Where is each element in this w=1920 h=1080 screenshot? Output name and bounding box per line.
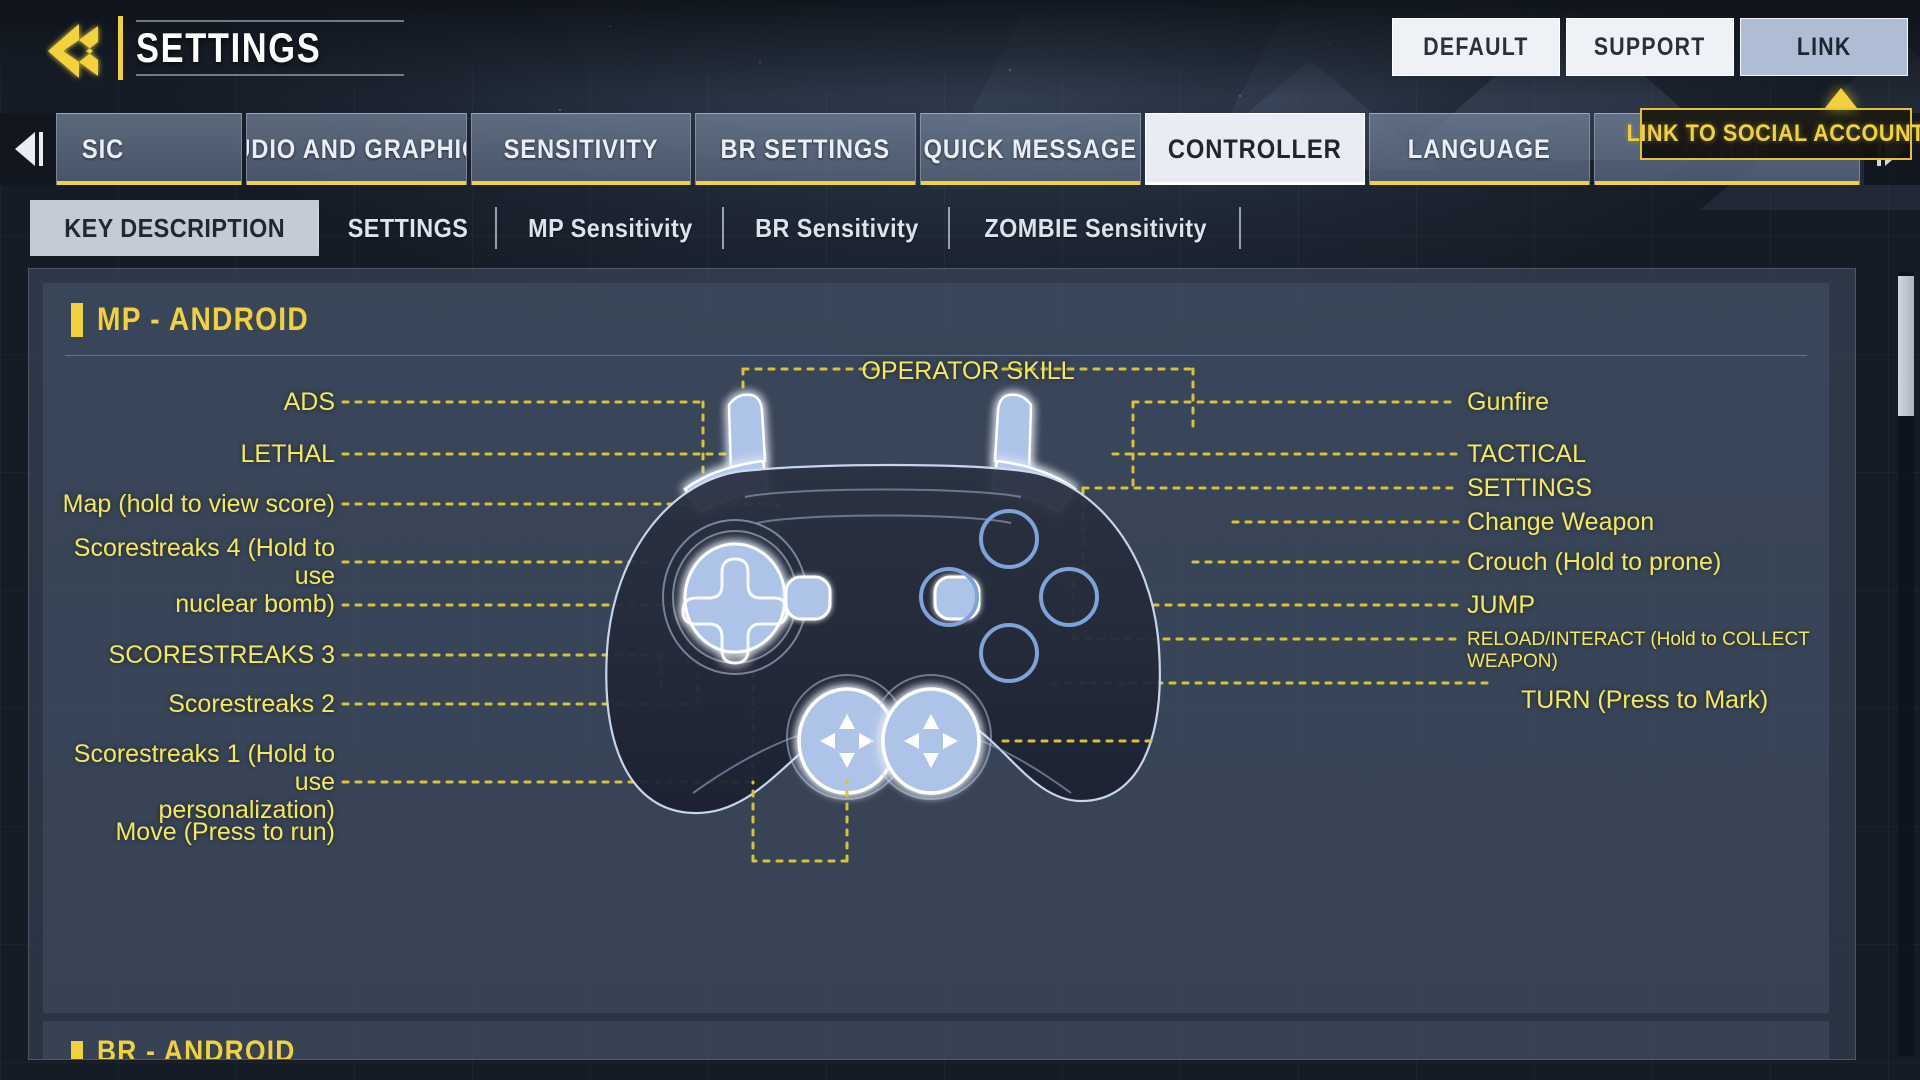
header-bar: SETTINGS DEFAULT SUPPORT LINK [0,0,1920,100]
label-scorestreaks-3: SCORESTREAKS 3 [43,641,335,669]
page-title-container: SETTINGS [118,16,362,80]
default-button-label: DEFAULT [1423,33,1528,62]
subtab-br-sensitivity-label: BR Sensitivity [755,213,919,244]
label-jump: JUMP [1467,591,1837,619]
tab-controller-label: CONTROLLER [1168,134,1342,165]
label-scorestreaks-4: Scorestreaks 4 (Hold to use nuclear bomb… [43,534,335,618]
link-button[interactable]: LINK [1740,18,1908,76]
tab-controller[interactable]: CONTROLLER [1145,113,1366,185]
section-mp-android: MP - ANDROID [43,283,1829,1013]
label-lethal: LETHAL [43,440,335,468]
label-turn: TURN (Press to Mark) [1521,686,1856,714]
link-button-label: LINK [1797,33,1852,62]
label-move: Move (Press to run) [43,818,335,846]
subtab-settings-label: SETTINGS [348,213,469,244]
tab-basic[interactable]: SIC [56,113,242,185]
content-panel: MP - ANDROID [28,268,1856,1060]
subtab-br-sensitivity[interactable]: BR Sensitivity [724,200,950,256]
back-arrow-icon[interactable] [46,20,116,82]
section-title: MP - ANDROID [97,301,309,338]
subtab-mp-sensitivity[interactable]: MP Sensitivity [497,200,724,256]
subtab-key-description[interactable]: KEY DESCRIPTION [30,200,319,256]
label-map: Map (hold to view score) [43,490,335,518]
tabs-scroll-left-button[interactable] [0,113,56,185]
section-br-android: BR - ANDROID [43,1021,1829,1060]
section-2-header: BR - ANDROID [71,1035,323,1060]
tab-audio-and-graphics[interactable]: AUDIO AND GRAPHICS [246,113,467,185]
tab-br-settings-label: BR SETTINGS [721,134,890,165]
label-crouch: Crouch (Hold to prone) [1467,548,1837,576]
subtab-key-description-label: KEY DESCRIPTION [64,213,285,244]
settings-screen: SETTINGS DEFAULT SUPPORT LINK SIC [0,0,1920,1080]
tooltip-text: LINK TO SOCIAL ACCOUNT [1627,120,1920,148]
content-scrollbar-thumb[interactable] [1898,276,1914,416]
sub-tab-strip: KEY DESCRIPTION SETTINGS MP Sensitivity … [30,200,1120,256]
tab-br-settings[interactable]: BR SETTINGS [695,113,916,185]
label-scorestreaks-1: Scorestreaks 1 (Hold to use personalizat… [43,740,335,824]
section-2-accent-bar [71,1041,83,1060]
label-reload-interact: RELOAD/INTERACT (Hold to COLLECT WEAPON) [1467,629,1839,674]
label-tactical: TACTICAL [1467,440,1837,468]
page-title: SETTINGS [136,24,321,72]
label-settings: SETTINGS [1467,474,1837,502]
subtab-settings[interactable]: SETTINGS [319,200,497,256]
tab-language[interactable]: LANGUAGE [1369,113,1590,185]
support-button[interactable]: SUPPORT [1566,18,1734,76]
label-change-weapon: Change Weapon [1467,508,1837,536]
subtab-mp-sensitivity-label: MP Sensitivity [529,213,694,244]
tab-basic-label: SIC [82,134,124,165]
main-tabs: SIC AUDIO AND GRAPHICS SENSITIVITY BR SE… [56,113,1864,185]
link-social-account-tooltip: LINK TO SOCIAL ACCOUNT [1640,108,1912,160]
tab-quick-message[interactable]: QUICK MESSAGE [920,113,1141,185]
tab-audio-and-graphics-label: AUDIO AND GRAPHICS [246,134,467,165]
subtab-zombie-sensitivity-label: ZOMBIE Sensitivity [984,213,1207,244]
tab-sensitivity-label: SENSITIVITY [504,134,659,165]
label-gunfire: Gunfire [1467,388,1837,416]
label-scorestreaks-2: Scorestreaks 2 [43,690,335,718]
tooltip-caret-icon [1825,88,1857,108]
controller-key-description-diagram: OPERATOR SKILL ADS LETHAL Map (hold to v… [43,361,1829,1001]
default-button[interactable]: DEFAULT [1392,18,1560,76]
section-2-title: BR - ANDROID [97,1035,296,1060]
tab-language-label: LANGUAGE [1408,134,1551,165]
subtab-zombie-sensitivity[interactable]: ZOMBIE Sensitivity [950,200,1241,256]
section-divider [65,355,1807,356]
tab-sensitivity[interactable]: SENSITIVITY [471,113,692,185]
label-ads: ADS [43,388,335,416]
label-operator-skill: OPERATOR SKILL [743,357,1193,385]
section-header: MP - ANDROID [71,301,338,338]
tab-quick-message-label: QUICK MESSAGE [924,134,1137,165]
arrow-left-icon [15,132,41,166]
header-buttons: DEFAULT SUPPORT LINK [1392,18,1908,76]
support-button-label: SUPPORT [1594,33,1706,62]
section-accent-bar [71,303,83,337]
